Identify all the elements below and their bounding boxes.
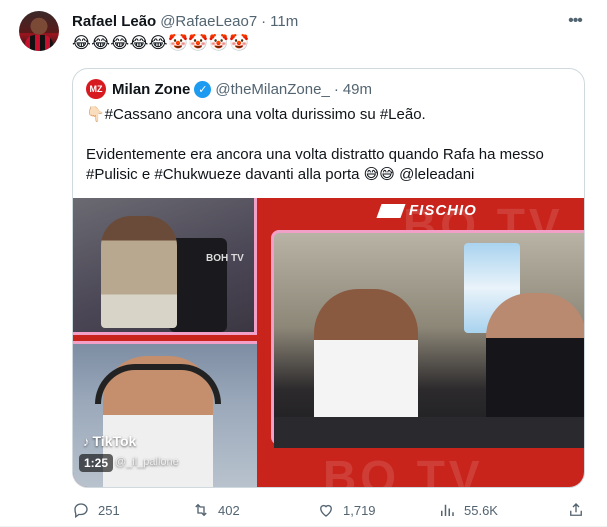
fischio-logo-text: FISCHIO xyxy=(409,202,477,219)
tiktok-username: @_il_pallone xyxy=(115,456,179,468)
share-button[interactable] xyxy=(567,500,593,520)
like-button[interactable]: 1,719 xyxy=(317,500,376,520)
views-button[interactable]: 55.6K xyxy=(438,500,498,520)
video-panel-right xyxy=(271,230,584,448)
tweet-text: 😂😂😂😂😂🤡🤡🤡🤡 xyxy=(72,35,250,52)
tweet-header: Rafael Leão @RafaeLeao7 · 11m xyxy=(72,11,298,31)
headset xyxy=(95,364,221,404)
quoted-text-line: #Pulisic e #Chukwueze davanti alla porta… xyxy=(86,166,475,183)
video-duration: 1:25 xyxy=(79,454,114,472)
quoted-header: MZ Milan Zone ✓ @theMilanZone_ · 49m xyxy=(86,79,372,99)
more-dots-icon[interactable]: ••• xyxy=(566,13,584,29)
fischio-logo: FISCHIO xyxy=(376,200,499,222)
quoted-author-name[interactable]: Milan Zone xyxy=(112,81,190,98)
boh-tv-label: BOH TV xyxy=(206,253,244,264)
author-name[interactable]: Rafael Leão xyxy=(72,13,156,30)
avatar-shirt xyxy=(25,35,53,51)
tiktok-label: TikTok xyxy=(92,433,137,449)
background-text: BO TV xyxy=(323,451,484,488)
repost-button[interactable]: 402 xyxy=(192,500,240,520)
tweet-time[interactable]: 11m xyxy=(270,13,298,30)
separator-dot: · xyxy=(261,12,267,30)
separator-dot: · xyxy=(333,80,339,98)
heart-icon xyxy=(320,504,332,517)
video-panel-top-left: BOH TV xyxy=(73,198,257,335)
desk xyxy=(274,417,584,448)
quoted-time[interactable]: 49m xyxy=(343,81,372,98)
repost-icon xyxy=(195,503,207,517)
views-chart-icon xyxy=(441,504,454,516)
quoted-text-line: 👇🏻#Cassano ancora una volta durissimo su… xyxy=(86,106,426,123)
share-icon xyxy=(570,503,582,516)
tweet-actions: 251 402 1,719 55.6K xyxy=(72,500,585,520)
author-avatar[interactable] xyxy=(19,11,59,51)
quoted-tweet[interactable]: MZ Milan Zone ✓ @theMilanZone_ · 49m 👇🏻#… xyxy=(72,68,585,488)
quoted-text: 👇🏻#Cassano ancora una volta durissimo su… xyxy=(86,105,576,185)
reply-icon xyxy=(74,503,88,519)
views-count: 55.6K xyxy=(464,502,498,518)
person xyxy=(101,216,177,328)
quoted-text-line: Evidentemente era ancora una volta distr… xyxy=(86,146,544,163)
like-count: 1,719 xyxy=(343,502,376,518)
tiktok-icon: ♪ xyxy=(83,433,90,449)
reply-count: 251 xyxy=(98,502,120,518)
verified-badge-icon: ✓ xyxy=(194,80,212,98)
milan-zone-logo[interactable]: MZ xyxy=(86,79,106,99)
author-handle[interactable]: @RafaeLeao7 xyxy=(160,13,257,30)
video-player[interactable]: BO TV BO TV FISCHIO BOH TV ♪ TikTok 1:25 … xyxy=(73,198,584,488)
repost-count: 402 xyxy=(218,502,240,518)
quoted-author-handle[interactable]: @theMilanZone_ xyxy=(215,81,329,98)
reply-button[interactable]: 251 xyxy=(72,500,120,520)
tweet[interactable]: Rafael Leão @RafaeLeao7 · 11m ••• 😂😂😂😂😂🤡… xyxy=(0,0,607,527)
tiktok-watermark: ♪ TikTok xyxy=(83,433,136,449)
